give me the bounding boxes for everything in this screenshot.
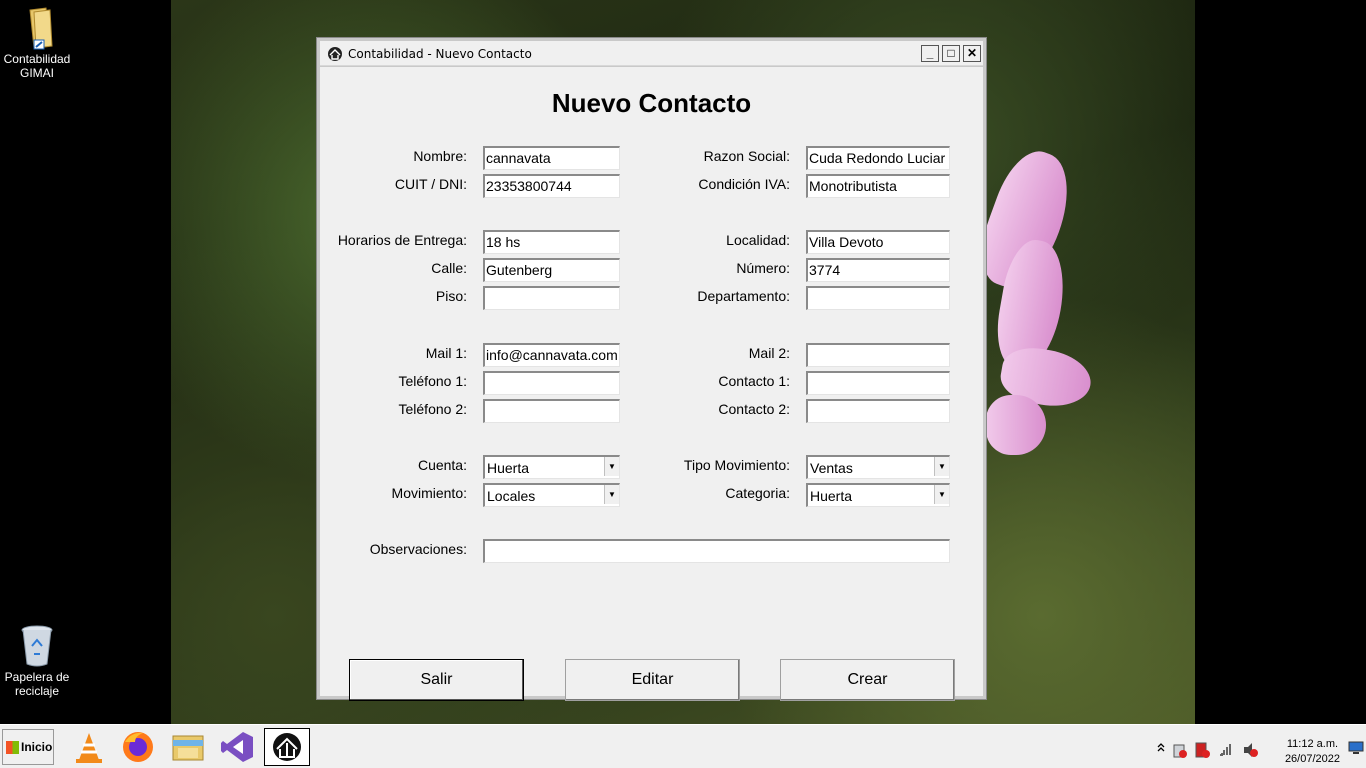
cuenta-select[interactable]: Huerta ▼ (483, 455, 620, 479)
taskbar-contabilidad[interactable] (264, 728, 310, 766)
departamento-label: Departamento: (697, 288, 790, 304)
contacto2-input[interactable] (806, 399, 950, 423)
visual-studio-icon (221, 732, 253, 762)
razon-social-input[interactable]: Cuda Redondo Luciar (806, 146, 950, 170)
localidad-label: Localidad: (726, 232, 790, 248)
telefono1-input[interactable] (483, 371, 620, 395)
file-explorer-icon (172, 735, 204, 761)
piso-input[interactable] (483, 286, 620, 310)
cuit-label: CUIT / DNI: (394, 176, 467, 192)
cuit-input[interactable]: 23353800744 (483, 174, 620, 198)
desktop-icon-label: Contabilidad GIMAI (3, 52, 71, 80)
window-titlebar[interactable]: Contabilidad - Nuevo Contacto _ □ ✕ (320, 41, 983, 66)
movimiento-label: Movimiento: (391, 485, 467, 501)
observaciones-input[interactable] (483, 539, 950, 563)
chevron-down-icon[interactable]: ▼ (604, 485, 619, 504)
chevron-down-icon[interactable]: ▼ (604, 457, 619, 476)
chevron-down-icon[interactable]: ▼ (934, 485, 949, 504)
clock-date: 26/07/2022 (1284, 753, 1340, 765)
start-label: Inicio (21, 740, 53, 754)
taskbar: Inicio 11:12 a.m. 26/07/2022 (0, 724, 1366, 768)
crear-button[interactable]: Crear (780, 659, 955, 701)
categoria-label: Categoria: (725, 485, 790, 501)
contacto1-label: Contacto 1: (718, 373, 790, 389)
contacto2-label: Contacto 2: (718, 401, 790, 417)
desktop-icon-label: Papelera de reciclaje (4, 670, 70, 698)
tray-icons (1157, 742, 1258, 758)
contabilidad-app-icon (273, 733, 301, 761)
cuenta-label: Cuenta: (417, 457, 467, 473)
piso-label: Piso: (435, 288, 467, 304)
razon-social-label: Razon Social: (703, 148, 790, 164)
flower-petal (986, 395, 1046, 455)
departamento-input[interactable] (806, 286, 950, 310)
telefono2-label: Teléfono 2: (398, 401, 468, 417)
app-icon (328, 47, 342, 61)
numero-input[interactable]: 3774 (806, 258, 950, 282)
horarios-label: Horarios de Entrega: (337, 232, 467, 248)
telefono2-input[interactable] (483, 399, 620, 423)
maximize-button[interactable]: □ (942, 45, 960, 62)
taskbar-visual-studio[interactable] (215, 728, 261, 766)
tipo-movimiento-select[interactable]: Ventas ▼ (806, 455, 950, 479)
taskbar-vlc[interactable] (66, 728, 112, 766)
firefox-icon (123, 732, 153, 762)
taskbar-firefox[interactable] (115, 728, 161, 766)
show-desktop-icon[interactable] (1348, 741, 1364, 755)
windows-logo-icon (6, 741, 19, 754)
chevron-down-icon[interactable]: ▼ (934, 457, 949, 476)
nombre-input[interactable]: cannavata (483, 146, 620, 170)
mail2-input[interactable] (806, 343, 950, 367)
contacto1-input[interactable] (806, 371, 950, 395)
desktop-icon-contabilidad[interactable]: Contabilidad GIMAI (0, 6, 74, 80)
telefono1-label: Teléfono 1: (398, 373, 468, 389)
tipo-movimiento-label: Tipo Movimiento: (683, 457, 790, 473)
movimiento-value: Locales (487, 488, 536, 504)
clock[interactable]: 11:12 a.m. 26/07/2022 (1285, 737, 1340, 767)
recycle-bin-icon (21, 625, 53, 667)
clock-time: 11:12 a.m. (1286, 738, 1339, 750)
taskbar-explorer[interactable] (165, 728, 211, 766)
mail1-label: Mail 1: (425, 345, 467, 361)
localidad-input[interactable]: Villa Devoto (806, 230, 950, 254)
condicion-iva-label: Condición IVA: (698, 176, 790, 192)
numero-label: Número: (736, 260, 790, 276)
nuevo-contacto-window: Contabilidad - Nuevo Contacto _ □ ✕ Nuev… (316, 37, 987, 701)
categoria-select[interactable]: Huerta ▼ (806, 483, 950, 507)
close-button[interactable]: ✕ (963, 45, 981, 62)
calle-input[interactable]: Gutenberg (483, 258, 620, 282)
system-tray: 11:12 a.m. 26/07/2022 (1152, 729, 1366, 765)
start-button[interactable]: Inicio (2, 729, 54, 765)
vlc-icon (76, 733, 102, 763)
categoria-value: Huerta (810, 488, 853, 504)
mail1-input[interactable]: info@cannavata.com (483, 343, 620, 367)
movimiento-select[interactable]: Locales ▼ (483, 483, 620, 507)
folder-icon (29, 7, 53, 50)
desktop-icon-recycle-bin[interactable]: Papelera de reciclaje (0, 624, 74, 698)
editar-button[interactable]: Editar (565, 659, 740, 701)
cuenta-value: Huerta (487, 460, 530, 476)
condicion-iva-input[interactable]: Monotributista (806, 174, 950, 198)
minimize-button[interactable]: _ (921, 45, 939, 62)
calle-label: Calle: (431, 260, 467, 276)
tipo-movimiento-value: Ventas (810, 460, 853, 476)
nombre-label: Nombre: (413, 148, 467, 164)
salir-button[interactable]: Salir (349, 659, 524, 701)
observaciones-label: Observaciones: (369, 541, 467, 557)
horarios-input[interactable]: 18 hs (483, 230, 620, 254)
form-panel: Nuevo Contacto Nombre: cannavata CUIT / … (320, 67, 983, 701)
mail2-label: Mail 2: (748, 345, 790, 361)
window-title: Contabilidad - Nuevo Contacto (348, 47, 532, 61)
page-title: Nuevo Contacto (551, 88, 752, 118)
